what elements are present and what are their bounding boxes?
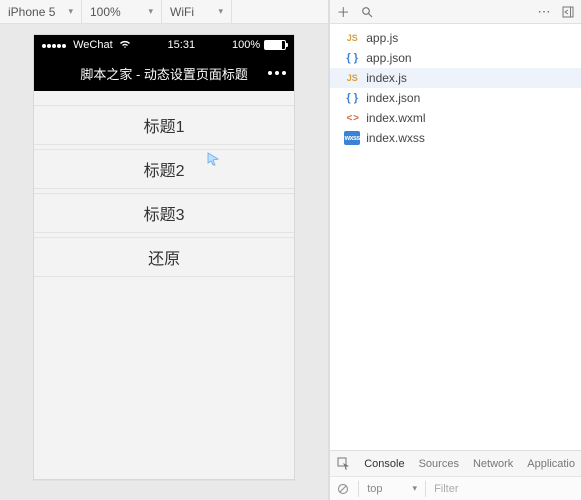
devtools-tab-sources[interactable]: Sources xyxy=(419,458,459,470)
more-icon[interactable]: ⋯ xyxy=(537,5,551,19)
chevron-down-icon: ▾ xyxy=(413,483,418,494)
file-row[interactable]: wxss index.wxss xyxy=(330,128,581,148)
file-name-label: app.js xyxy=(366,31,398,45)
clear-console-icon[interactable] xyxy=(336,482,350,496)
devtools-tabs: Console Sources Network Applicatio xyxy=(330,450,581,476)
wxss-file-icon: wxss xyxy=(344,131,360,145)
json-file-icon: { } xyxy=(344,91,360,105)
chevron-down-icon: ▾ xyxy=(68,6,73,17)
editor-toolbar: ＋ ⋯ xyxy=(330,0,581,24)
zoom-select-label: 100% xyxy=(90,5,121,19)
separator xyxy=(358,481,359,497)
console-context-select[interactable]: top ▾ xyxy=(367,483,417,495)
phone-frame: WeChat 15:31 100% 脚本之家 - 动态设置页面标题 xyxy=(33,34,295,480)
carrier-label: WeChat xyxy=(73,39,113,51)
js-file-icon: JS xyxy=(344,31,360,45)
console-context-label: top xyxy=(367,483,382,495)
file-row[interactable]: JS index.js xyxy=(330,68,581,88)
file-name-label: index.wxml xyxy=(366,111,425,125)
list-item-label: 还原 xyxy=(148,245,180,269)
right-pane: ＋ ⋯ JS app.js { } app.json JS index.js { } inde… xyxy=(329,0,581,500)
list-item-label: 标题1 xyxy=(144,113,185,137)
simulator-toolbar: iPhone 5 ▾ 100% ▾ WiFi ▾ xyxy=(0,0,328,24)
collapse-panel-icon[interactable] xyxy=(561,5,575,19)
file-tree: JS app.js { } app.json JS index.js { } index.js… xyxy=(330,24,581,450)
nav-menu-icon[interactable] xyxy=(268,71,286,75)
clock-label: 15:31 xyxy=(168,39,196,51)
add-icon[interactable]: ＋ xyxy=(336,5,350,19)
file-name-label: index.json xyxy=(366,91,420,105)
wxml-file-icon: < > xyxy=(344,111,360,125)
devtools-tab-network[interactable]: Network xyxy=(473,458,513,470)
file-name-label: index.wxss xyxy=(366,131,425,145)
nav-title: 脚本之家 - 动态设置页面标题 xyxy=(80,64,248,83)
phone-nav-bar: 脚本之家 - 动态设置页面标题 xyxy=(34,55,294,91)
console-filter-input[interactable]: Filter xyxy=(434,483,458,495)
device-select-label: iPhone 5 xyxy=(8,5,55,19)
search-icon[interactable] xyxy=(360,5,374,19)
separator xyxy=(425,481,426,497)
chevron-down-icon: ▾ xyxy=(148,6,153,17)
signal-icon xyxy=(42,39,67,51)
list-item[interactable]: 标题1 xyxy=(34,105,294,145)
zoom-select[interactable]: 100% ▾ xyxy=(82,0,162,23)
file-row[interactable]: { } index.json xyxy=(330,88,581,108)
chevron-down-icon: ▾ xyxy=(218,6,223,17)
simulator-pane: iPhone 5 ▾ 100% ▾ WiFi ▾ WeChat xyxy=(0,0,329,500)
devtools-tab-console[interactable]: Console xyxy=(364,458,404,470)
js-file-icon: JS xyxy=(344,71,360,85)
battery-pct-label: 100% xyxy=(232,39,260,51)
phone-status-bar: WeChat 15:31 100% xyxy=(34,35,294,55)
file-name-label: app.json xyxy=(366,51,411,65)
file-row[interactable]: { } app.json xyxy=(330,48,581,68)
list-item[interactable]: 标题3 xyxy=(34,193,294,233)
list-item-label: 标题2 xyxy=(144,157,185,181)
file-row[interactable]: JS app.js xyxy=(330,28,581,48)
inspect-icon[interactable] xyxy=(336,457,350,471)
json-file-icon: { } xyxy=(344,51,360,65)
network-select[interactable]: WiFi ▾ xyxy=(162,0,232,23)
wifi-icon xyxy=(119,39,131,52)
battery-icon xyxy=(264,40,286,50)
phone-page: 标题1 标题2 标题3 还原 xyxy=(34,91,294,277)
devtools-tab-applicatio[interactable]: Applicatio xyxy=(527,458,575,470)
list-item[interactable]: 还原 xyxy=(34,237,294,277)
file-name-label: index.js xyxy=(366,71,407,85)
device-select[interactable]: iPhone 5 ▾ xyxy=(0,0,82,23)
network-select-label: WiFi xyxy=(170,5,194,19)
simulator-stage: WeChat 15:31 100% 脚本之家 - 动态设置页面标题 xyxy=(0,24,328,500)
list-item-label: 标题3 xyxy=(144,201,185,225)
file-row[interactable]: < > index.wxml xyxy=(330,108,581,128)
console-bar: top ▾ Filter xyxy=(330,476,581,500)
list-item[interactable]: 标题2 xyxy=(34,149,294,189)
